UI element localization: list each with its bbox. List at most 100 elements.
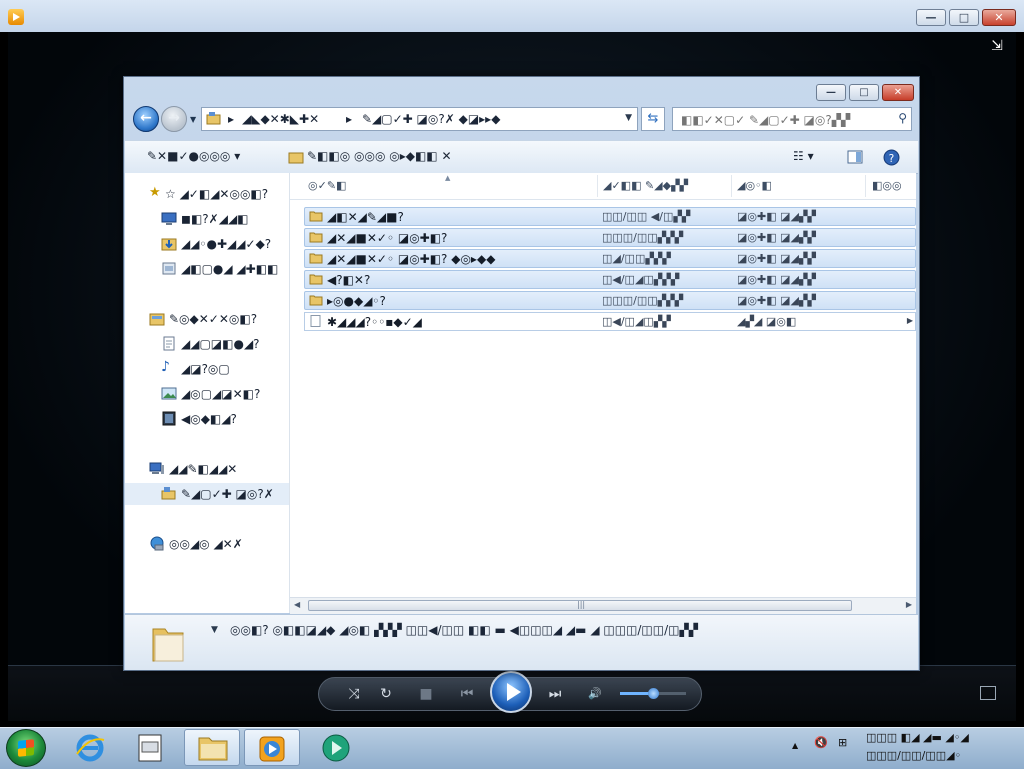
file-row[interactable]: ▸◎●◆◢◦? ◫◫◫/◫◫▞▞▞ ◪◎✚◧ ◪◢▞▞ [304, 291, 916, 310]
views-button[interactable]: ☷ ▾ [793, 149, 814, 163]
nav-library-item[interactable]: ◢◢▢◪◧●◢? [125, 333, 289, 355]
column-header-type[interactable]: ◢◎◦◧ [737, 179, 772, 192]
recent-pages-chevron-icon[interactable]: ▼ [190, 115, 196, 124]
taskbar-explorer-button[interactable] [184, 729, 240, 766]
nav-computer[interactable]: ◢◢✎◧◢◢✕ [125, 458, 289, 480]
search-input[interactable] [679, 111, 891, 129]
search-box[interactable]: ⚲ [672, 107, 912, 131]
switch-to-library-icon[interactable]: ⇲ [988, 38, 1006, 54]
horizontal-scrollbar[interactable]: ◀ ||| ▶ [290, 597, 916, 614]
file-row[interactable]: ✱◢◢◢?◦◦▪◆✓◢ ◫◀/◫◢◫▞▞ ◢▞◢ ◪◎◧ ▶ [304, 312, 916, 331]
folder-icon [309, 253, 323, 264]
documents-icon [163, 336, 175, 351]
file-name: ◢◧✕◢✎◢■? [327, 210, 404, 224]
nav-library-item[interactable]: ◢◎▢◢◪✕◧? [125, 383, 289, 405]
mute-icon[interactable]: 🔊 [585, 685, 605, 703]
volume-thumb[interactable] [648, 688, 659, 699]
folder-icon [309, 211, 323, 222]
previous-icon[interactable]: ⏮ [452, 685, 482, 703]
nav-library-item[interactable]: ♪ ◢◪?◎▢ [125, 358, 289, 380]
media-player-titlebar [0, 0, 1024, 32]
search-icon[interactable]: ⚲ [898, 111, 907, 125]
play-button[interactable] [490, 671, 532, 713]
stop-icon[interactable]: ■ [416, 685, 436, 703]
file-date: ◫◢/◫◫▞▞▞ [602, 252, 671, 265]
address-dropdown-icon[interactable]: ▼ [625, 113, 632, 123]
file-row[interactable]: ◢◧✕◢✎◢■? ◫◫/◫◫ ◀/◫▞▞ ◪◎✚◧ ◪◢▞▞ [304, 207, 916, 226]
media-player-icon [259, 736, 285, 762]
nav-favorites[interactable]: ★ ☆ ◢✓◧◢✕◎◎◧? [125, 183, 289, 205]
repeat-icon[interactable]: ↻ [376, 685, 396, 703]
address-separator[interactable]: ▸ [228, 112, 234, 126]
nav-libraries[interactable]: ✎◎◆✕✓✕◎◧? [125, 308, 289, 330]
forward-button[interactable]: → [161, 106, 187, 132]
address-segment[interactable]: ◢◣◆✕✱◣✚✕ [242, 112, 319, 126]
scroll-left-icon[interactable]: ◀ [294, 600, 300, 609]
player-minimize-button[interactable]: — [916, 9, 946, 26]
column-header-name[interactable]: ◎✓✎◧ [308, 179, 346, 192]
details-expand-icon[interactable]: ▼ [211, 625, 218, 635]
file-row[interactable]: ◢✕◢■✕✓◦ ◪◎✚◧? ◫◫◫/◫◫▞▞▞ ◪◎✚◧ ◪◢▞▞ [304, 228, 916, 247]
star-icon: ★ [149, 185, 161, 200]
clock-date[interactable]: ◫◫◫/◫◫/◫◫◢◦ [866, 749, 961, 762]
sort-ascending-icon: ▲ [445, 174, 451, 182]
file-row[interactable]: ◢✕◢■✕✓◦ ◪◎✚◧? ◆◎▸◆◆ ◫◢/◫◫▞▞▞ ◪◎✚◧ ◪◢▞▞ [304, 249, 916, 268]
start-button[interactable] [6, 729, 46, 767]
nav-library-item[interactable]: ◀◎◆◧◢? [125, 408, 289, 430]
clock-time[interactable]: ◫◫◫ ◧◢ ◢▬ ◢◦◢ [866, 731, 969, 744]
address-separator[interactable]: ▸ [346, 112, 352, 126]
explorer-maximize-button[interactable]: □ [849, 84, 879, 101]
scroll-right-icon[interactable]: ▶ [906, 600, 912, 609]
details-text: ◎◎◧? ◎◧◧◪◢◆ ◢◎◧ ▞▞▞ ◫◫◀/◫◫ ◧◧ ▬ ◀◫◫◫◢ ◢▬… [230, 623, 698, 637]
volume-slider[interactable] [620, 688, 686, 699]
include-in-library-button[interactable]: ✎◧◧◎ ◎◎◎ ◎▸◆◧◧ ✕ [307, 149, 452, 163]
taskbar-ie-button[interactable] [62, 729, 118, 766]
scroll-thumb[interactable]: ||| [308, 600, 852, 611]
column-header-date[interactable]: ◢✓◧◧ ✎◢◆▞▞ [603, 179, 688, 192]
file-list-pane: ▲ ◎✓✎◧ ◢✓◧◧ ✎◢◆▞▞ ◢◎◦◧ ◧◎◎ ◢◧✕◢✎◢■? ◫◫/◫◫… [290, 173, 916, 613]
nav-network[interactable]: ◎◎◢◎ ◢✕✗ [125, 533, 289, 555]
fullscreen-icon[interactable] [980, 686, 996, 700]
refresh-icon[interactable]: ⇆ [641, 107, 665, 131]
nav-label: ◢◢✎◧◢◢✕ [169, 462, 238, 476]
explorer-minimize-button[interactable]: — [816, 84, 846, 101]
nav-favorite-item[interactable]: ◢◢◦●✚◢◢✓◆? [125, 233, 289, 255]
large-folder-icon [152, 628, 184, 662]
column-header-size[interactable]: ◧◎◎ [872, 179, 902, 192]
column-divider[interactable] [731, 175, 732, 197]
taskbar-app-button[interactable] [122, 729, 178, 766]
computer-icon [149, 462, 164, 474]
nav-favorite-item[interactable]: ◼◧?✗◢◢◧ [125, 208, 289, 230]
explorer-window: — □ ✕ ← → ▼ ▸ ◢◣◆✕✱◣✚✕ ▸ ✎◢▢✓✚ ◪◎?✗ ◆◪▸▸… [123, 76, 920, 671]
file-type: ◪◎✚◧ ◪◢▞▞ [737, 273, 816, 286]
nav-computer-item-selected[interactable]: ✎◢▢✓✚ ◪◎?✗ [125, 483, 289, 505]
details-pane: ▼ ◎◎◧? ◎◧◧◪◢◆ ◢◎◧ ▞▞▞ ◫◫◀/◫◫ ◧◧ ▬ ◀◫◫◫◢ … [125, 614, 918, 670]
file-name: ◢✕◢■✕✓◦ ◪◎✚◧? [327, 231, 448, 245]
explorer-close-button[interactable]: ✕ [882, 84, 914, 101]
back-button[interactable]: ← [133, 106, 159, 132]
show-hidden-icons-icon[interactable]: ▲ [792, 741, 798, 750]
file-row[interactable]: ◀?◧✕? ◫◀/◫◢◫▞▞▞ ◪◎✚◧ ◪◢▞▞ [304, 270, 916, 289]
shuffle-icon[interactable]: ⤨ [344, 685, 364, 703]
volume-muted-icon[interactable]: 🔇 [814, 736, 828, 749]
column-divider[interactable] [597, 175, 598, 197]
column-divider[interactable] [865, 175, 866, 197]
player-close-button[interactable]: ✕ [982, 9, 1016, 26]
address-segment[interactable]: ✎◢▢✓✚ ◪◎?✗ ◆◪▸▸◆ [362, 112, 500, 126]
taskbar-media-player-button[interactable] [244, 729, 300, 766]
taskbar-media-center-button[interactable] [308, 729, 364, 766]
svg-text:?: ? [889, 152, 895, 165]
nav-favorite-item[interactable]: ◢◧▢●◢ ◢✚◧◧ [125, 258, 289, 280]
address-bar[interactable]: ▸ ◢◣◆✕✱◣✚✕ ▸ ✎◢▢✓✚ ◪◎?✗ ◆◪▸▸◆ ▼ [201, 107, 638, 131]
recent-places-icon [162, 262, 176, 275]
organize-button[interactable]: ✎✕■✓●◎◎◎ ▾ [147, 149, 240, 163]
next-icon[interactable]: ⏭ [540, 685, 570, 703]
media-center-icon [322, 734, 350, 762]
help-icon[interactable]: ? [883, 149, 900, 166]
file-type: ◪◎✚◧ ◪◢▞▞ [737, 294, 816, 307]
player-maximize-button[interactable]: □ [949, 9, 979, 26]
preview-pane-icon[interactable] [847, 150, 863, 164]
nav-label: ◢◢◦●✚◢◢✓◆? [181, 237, 272, 251]
network-status-icon[interactable]: ⊞ [838, 736, 847, 749]
file-date: ◫◀/◫◢◫▞▞ [602, 315, 671, 328]
